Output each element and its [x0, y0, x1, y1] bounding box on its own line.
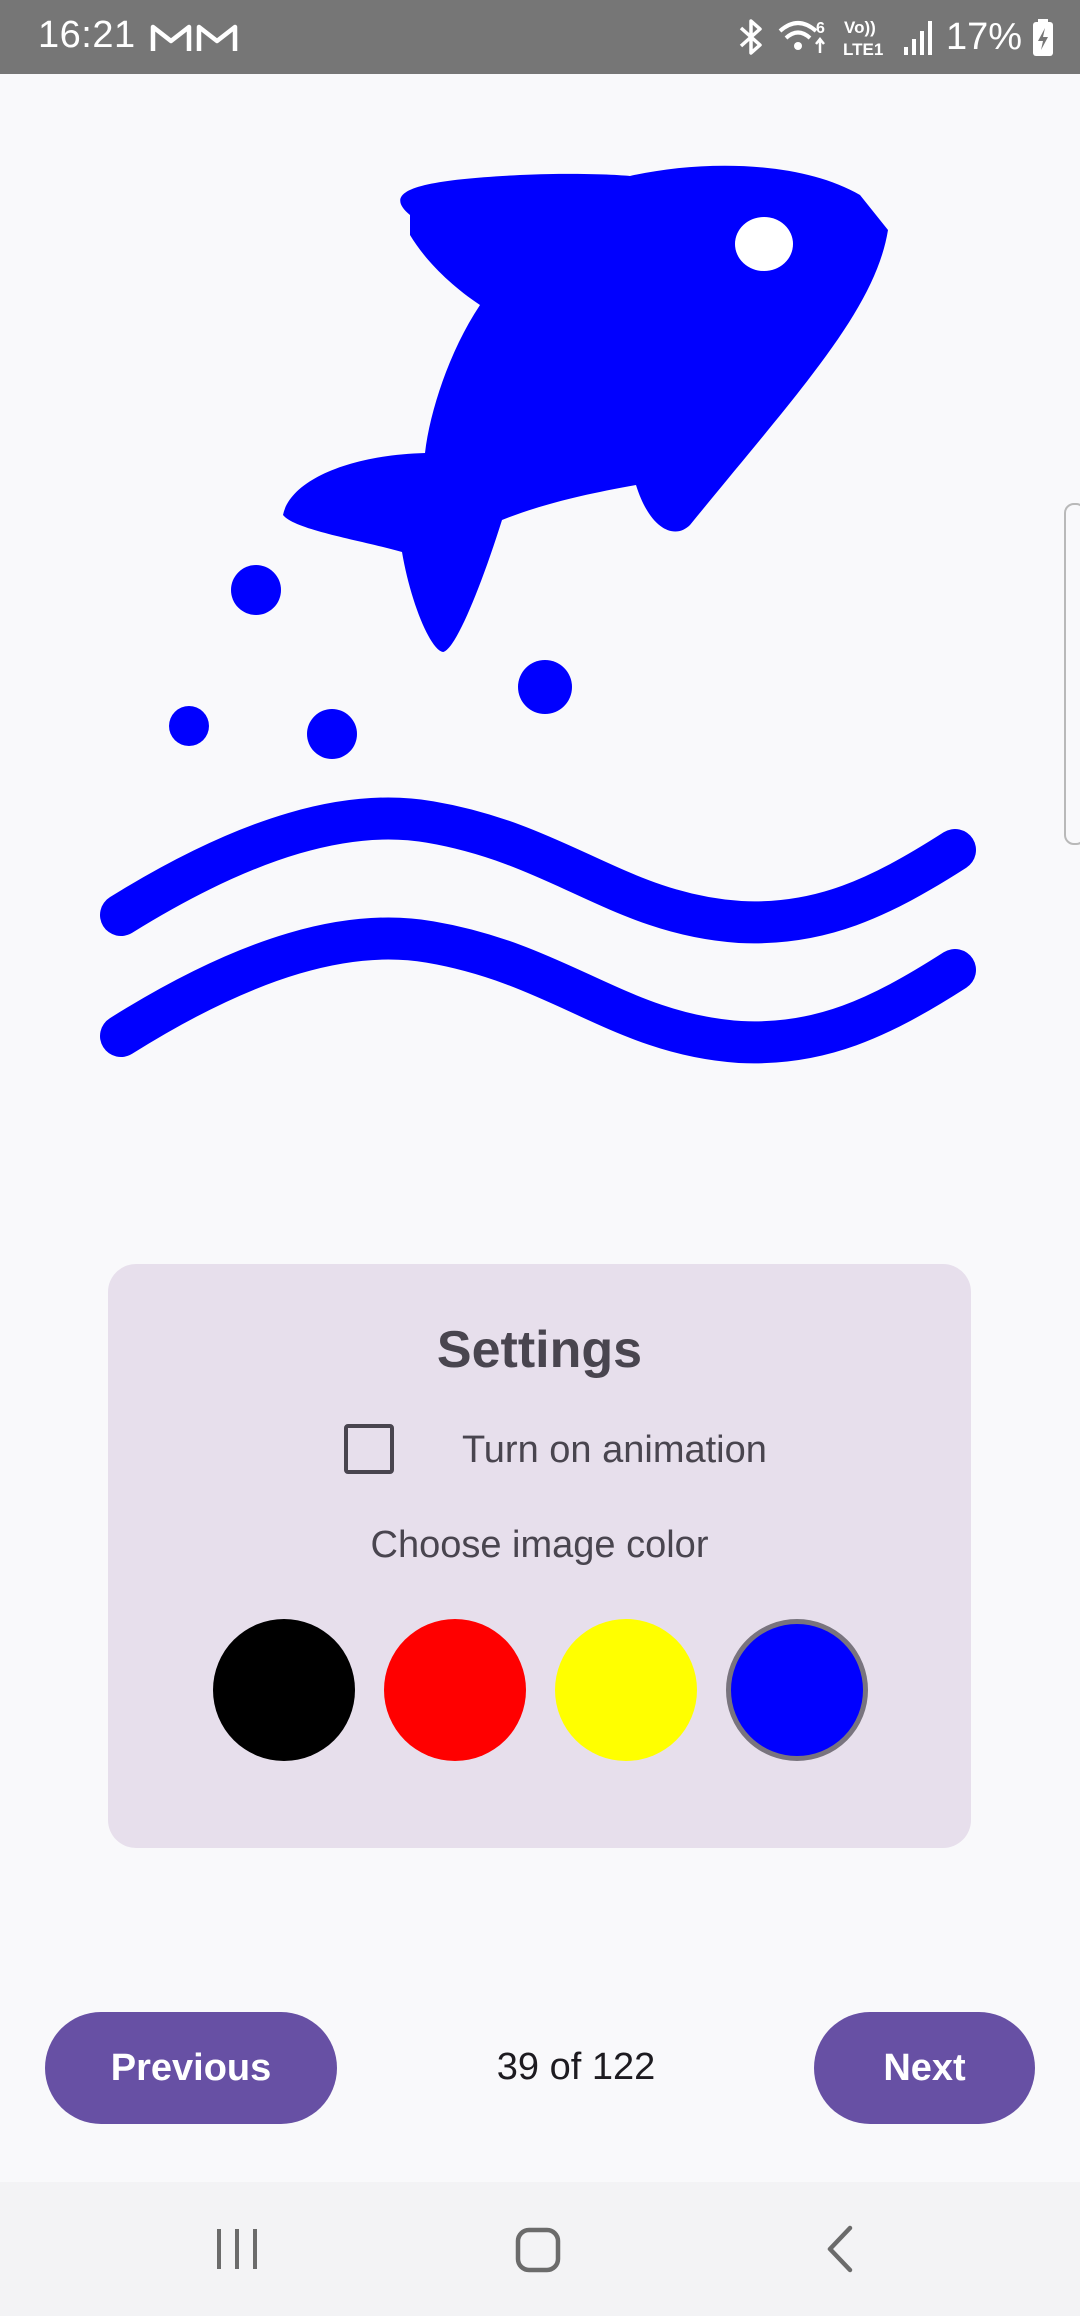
- color-swatch-red[interactable]: [384, 1619, 526, 1761]
- home-icon[interactable]: [514, 2226, 562, 2274]
- edge-panel-handle[interactable]: [1064, 503, 1080, 845]
- previous-button[interactable]: Previous: [45, 2012, 337, 2124]
- svg-text:6: 6: [816, 20, 825, 37]
- fish-icon: [283, 165, 888, 652]
- status-time: 16:21: [38, 14, 136, 56]
- signal-icon: [903, 21, 932, 55]
- battery-charging-icon: [1033, 19, 1053, 56]
- animation-checkbox-label[interactable]: Turn on animation: [462, 1429, 767, 1472]
- color-swatch-yellow[interactable]: [555, 1619, 697, 1761]
- gmail-icon: [150, 24, 192, 51]
- system-navigation-bar: [0, 2182, 1080, 2316]
- status-icons: 6 Vo)) LTE1 17%: [736, 14, 1054, 60]
- color-swatch-blue[interactable]: [726, 1619, 868, 1761]
- gmail-icon: [196, 24, 238, 51]
- wifi-icon: 6: [778, 20, 825, 53]
- bluetooth-icon: [739, 19, 762, 55]
- recent-apps-icon[interactable]: [212, 2226, 262, 2272]
- battery-percent: 17%: [945, 15, 1022, 58]
- color-picker-label: Choose image color: [370, 1524, 709, 1566]
- animation-checkbox[interactable]: [344, 1424, 394, 1474]
- fish-eye-icon: [735, 217, 793, 271]
- fish-jumping-waves-icon: [100, 165, 976, 1064]
- bubbles-icon: [169, 565, 572, 759]
- svg-text:LTE1: LTE1: [843, 40, 883, 59]
- page-counter: 39 of 122: [496, 2046, 656, 2088]
- status-bar: 16:21 6 Vo)) LTE1 17%: [0, 0, 1080, 74]
- svg-text:Vo)): Vo)): [844, 18, 876, 37]
- back-icon[interactable]: [822, 2224, 858, 2274]
- settings-card: Settings Turn on animation Choose image …: [108, 1264, 971, 1848]
- color-swatch-black[interactable]: [213, 1619, 355, 1761]
- settings-title: Settings: [436, 1321, 643, 1379]
- next-button[interactable]: Next: [814, 2012, 1035, 2124]
- volte-icon: Vo)) LTE1: [843, 18, 883, 59]
- app-screen: 16:21 6 Vo)) LTE1 17% Settings Turn on a…: [0, 0, 1080, 2316]
- waves-icon: [100, 797, 976, 1064]
